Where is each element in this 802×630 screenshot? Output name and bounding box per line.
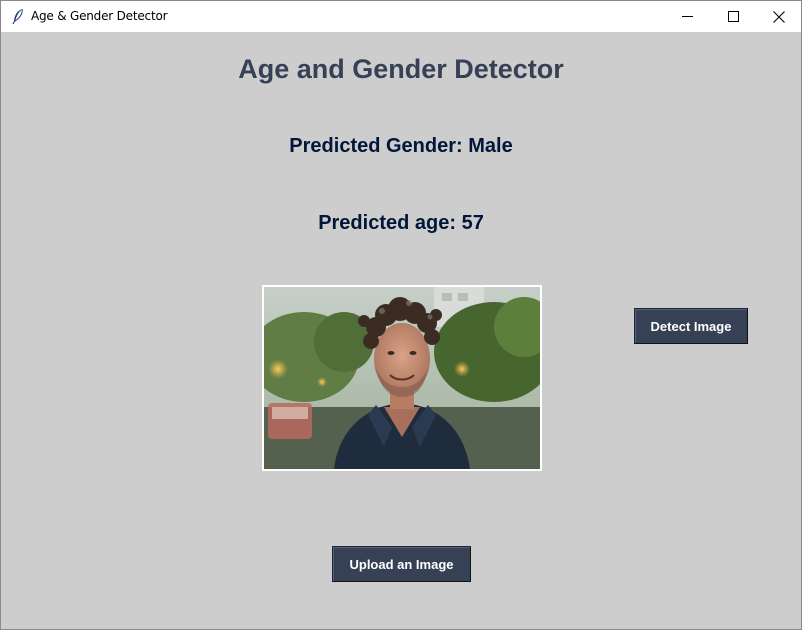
predicted-gender-label: Predicted Gender: Male xyxy=(289,135,513,157)
close-button[interactable] xyxy=(756,1,801,32)
maximize-icon xyxy=(727,11,739,22)
window-title: Age & Gender Detector xyxy=(31,9,168,23)
detect-image-button[interactable]: Detect Image xyxy=(634,308,748,344)
feather-icon xyxy=(11,8,25,25)
portrait-photo xyxy=(264,287,540,469)
close-icon xyxy=(773,10,785,23)
upload-image-button[interactable]: Upload an Image xyxy=(332,546,471,582)
maximize-button[interactable] xyxy=(710,1,756,32)
minimize-button[interactable] xyxy=(664,1,710,32)
page-title: Age and Gender Detector xyxy=(238,54,564,84)
app-window: Age & Gender Detector Age and Gender Det… xyxy=(0,0,802,630)
title-bar[interactable]: Age & Gender Detector xyxy=(1,1,801,32)
minimize-icon xyxy=(681,16,693,17)
main-panel: Age and Gender Detector Predicted Gender… xyxy=(1,32,801,629)
uploaded-image-preview xyxy=(262,285,542,471)
predicted-age-label: Predicted age: 57 xyxy=(318,212,484,234)
